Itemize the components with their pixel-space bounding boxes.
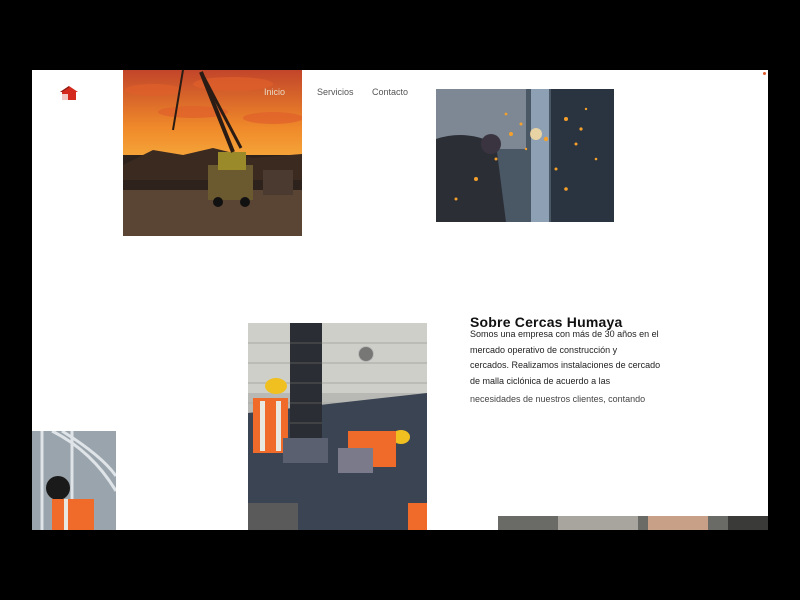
photo-bottom-strip <box>498 516 768 530</box>
about-description: Somos una empresa con más de 30 años en … <box>470 327 680 408</box>
mouse-cursor <box>358 346 374 362</box>
accent-dot <box>763 72 766 75</box>
nav-link-inicio[interactable]: Inicio <box>264 87 285 97</box>
about-line: Somos una empresa con más de 30 años en … <box>470 329 659 339</box>
photo-worker-railing <box>32 431 116 530</box>
photo-welding-sparks <box>436 89 614 222</box>
about-line: mercado operativo de construcción y <box>470 344 618 355</box>
nav-link-servicios[interactable]: Servicios <box>317 87 354 97</box>
house-icon[interactable] <box>60 86 78 100</box>
about-line: cercados. Realizamos instalaciones de ce… <box>470 360 661 370</box>
nav-link-contacto[interactable]: Contacto <box>372 87 408 97</box>
website-page: Inicio Servicios Contacto Sobre Cercas H… <box>32 70 768 530</box>
about-line: necesidades de nuestros clientes, contan… <box>470 394 646 404</box>
photo-workers-rebar <box>248 323 427 530</box>
about-line: de malla ciclónica de acuerdo a las <box>470 375 611 386</box>
